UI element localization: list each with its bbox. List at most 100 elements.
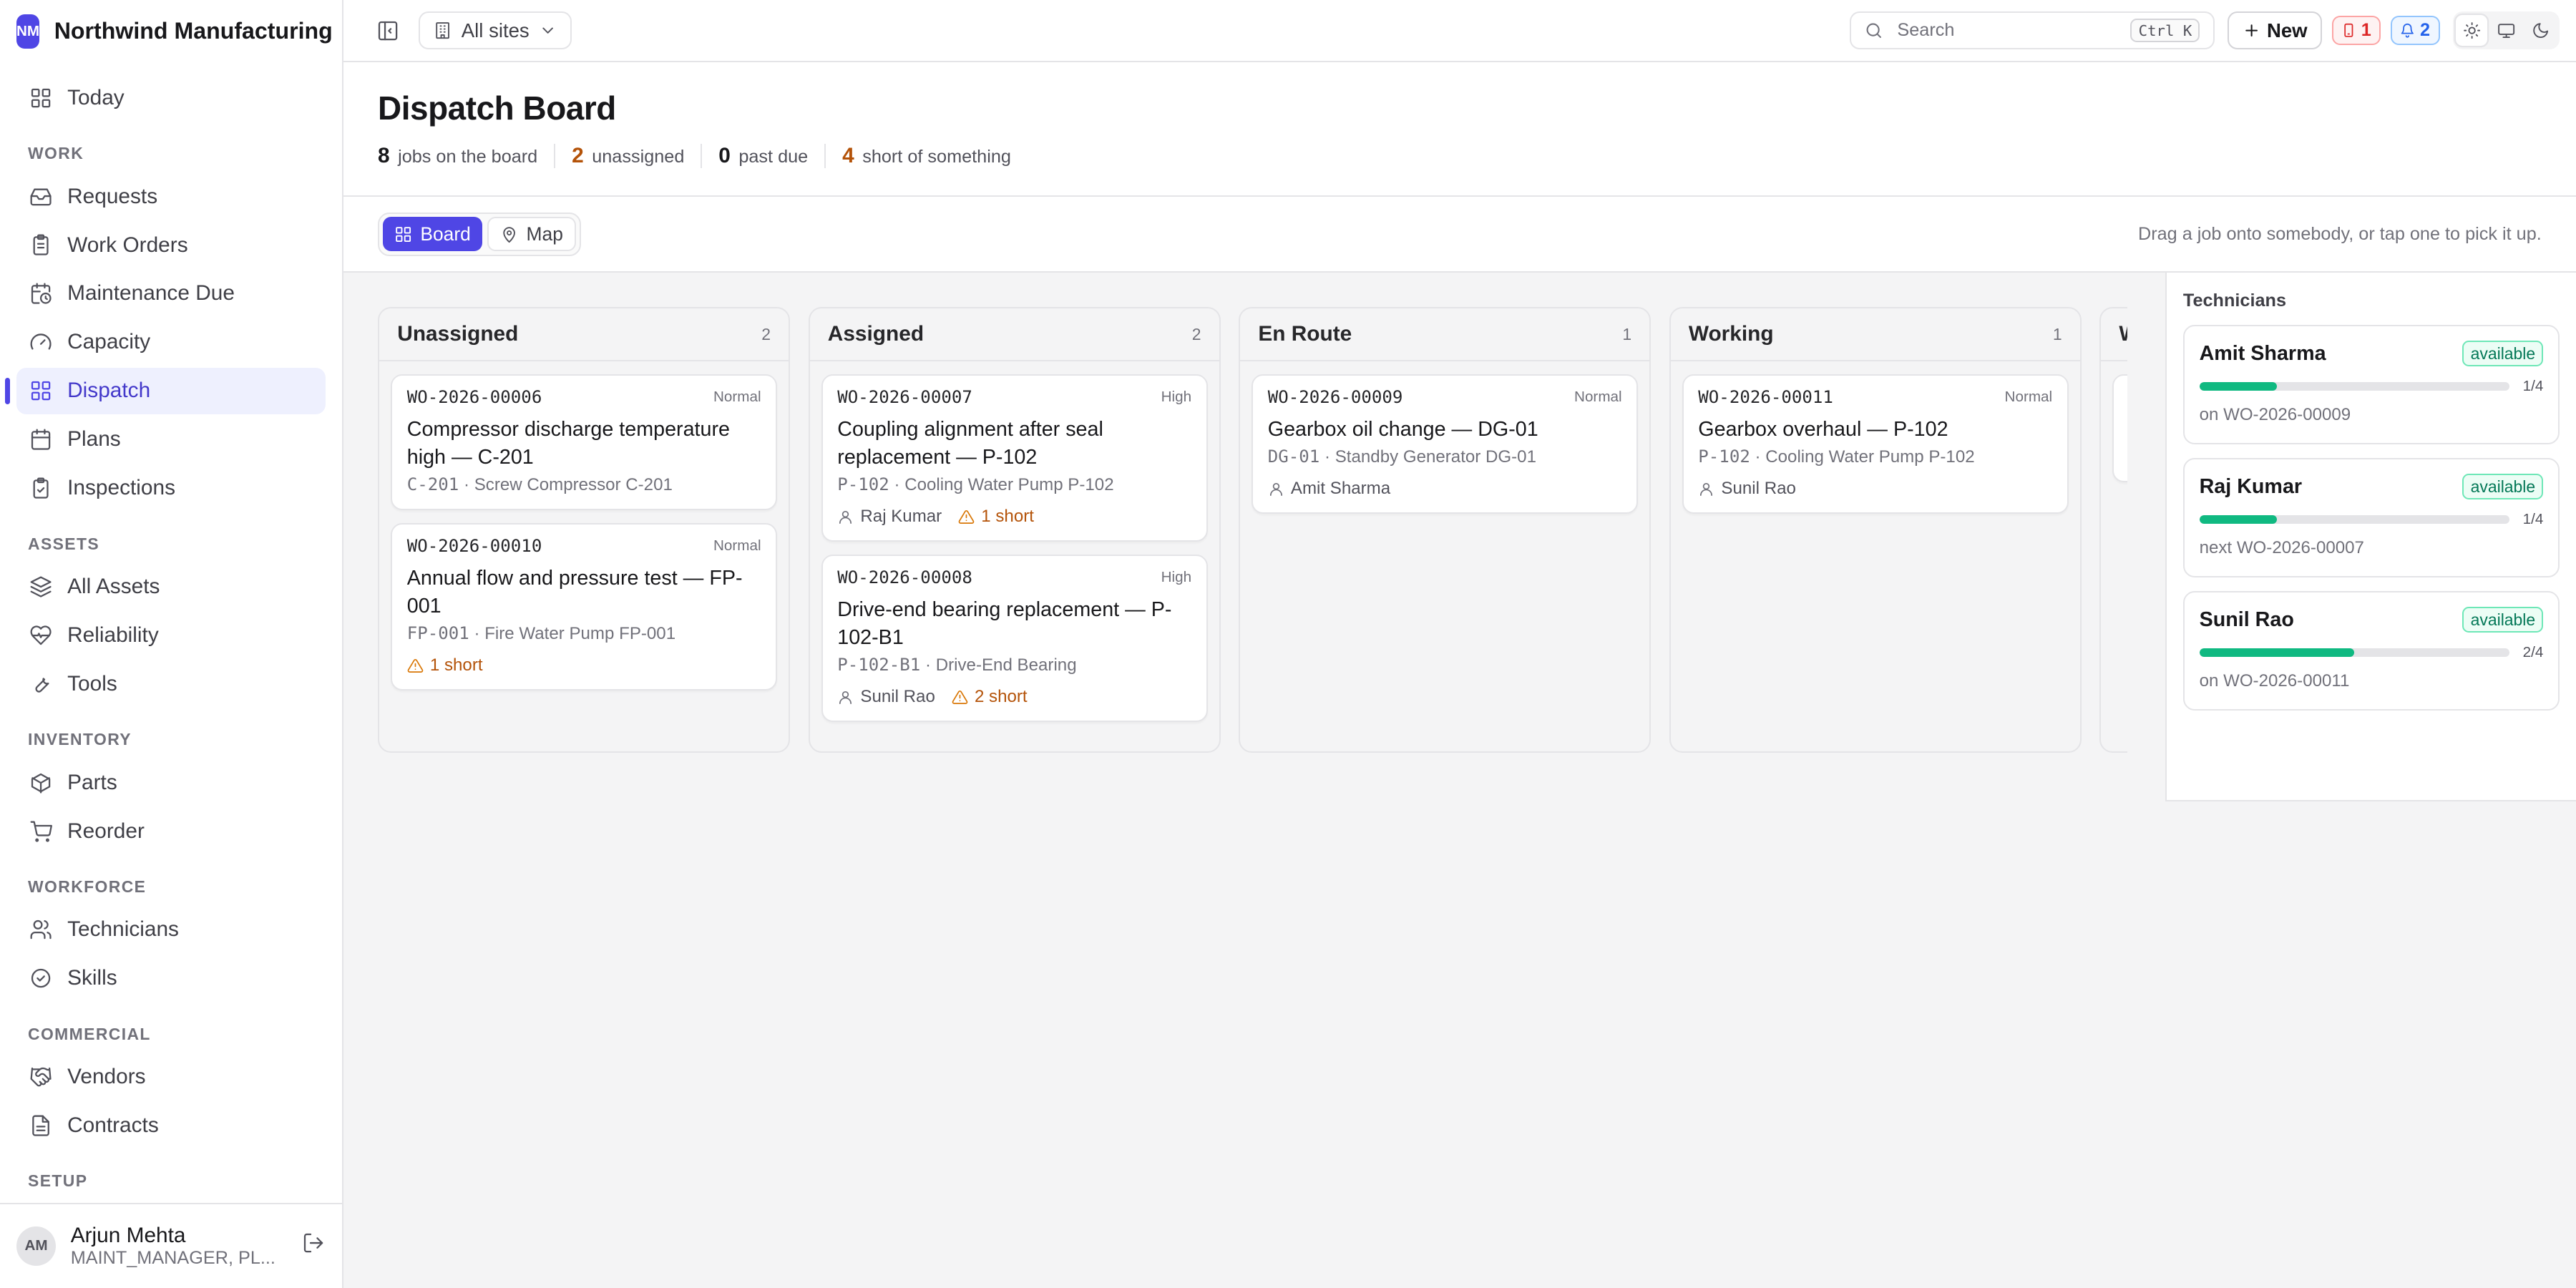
board-column-w[interactable]: W WFF — [2099, 307, 2128, 753]
board-area: Unassigned 2 WO-2026-00006 Normal Compressor… — [343, 273, 2165, 1288]
column-title: Working — [1688, 322, 1774, 346]
work-order-id: WO-2026-00007 — [837, 387, 972, 408]
work-order-id: WO-2026-00011 — [1698, 387, 1833, 408]
search-input[interactable] — [1897, 20, 2118, 42]
sidebar-item-maintenance-due[interactable]: Maintenance Due — [16, 270, 326, 316]
kanban-board[interactable]: Unassigned 2 WO-2026-00006 Normal Compressor… — [378, 307, 2128, 753]
status-badge: available — [2462, 607, 2544, 633]
sidebar-item-contracts[interactable]: Contracts — [16, 1103, 326, 1148]
priority-label: High — [1161, 569, 1192, 586]
gauge-icon — [30, 333, 52, 350]
alerts-count: 1 — [2361, 20, 2371, 41]
board-column-working[interactable]: Working 1 WO-2026-00011 Normal Gearbox overh… — [1669, 307, 2082, 753]
sidebar-item-all-assets[interactable]: All Assets — [16, 564, 326, 610]
work-order-card[interactable]: WO-2026-00006 Normal Compressor discharge … — [391, 374, 778, 510]
new-button[interactable]: New — [2228, 11, 2322, 50]
priority-label: Normal — [713, 537, 761, 555]
search-box[interactable]: Ctrl K — [1850, 11, 2215, 50]
sidebar-item-reliability[interactable]: Reliability — [16, 613, 326, 658]
work-order-card[interactable]: WO-2026-00008 High Drive-end bearing repla… — [821, 555, 1208, 722]
theme-dark-button[interactable] — [2525, 15, 2557, 47]
moon-icon — [2533, 23, 2549, 38]
technician-card-amit-sharma[interactable]: Amit Sharma available 1/4 on WO-2026-00009 — [2182, 324, 2560, 445]
sidebar-item-label: Dispatch — [67, 379, 151, 403]
brand-logo: NM — [16, 14, 40, 49]
sidebar-toggle-icon[interactable] — [376, 19, 399, 42]
sidebar-item-inspections[interactable]: Inspections — [16, 465, 326, 511]
nav-section-setup: SETUP — [28, 1171, 88, 1191]
sidebar-item-today[interactable]: Today — [16, 75, 326, 121]
sidebar-item-label: Parts — [67, 770, 117, 794]
asset-separator: · — [1319, 447, 1335, 467]
work-order-card[interactable]: WO-2026-00010 Normal Annual flow and press… — [391, 523, 778, 691]
handshake-icon — [30, 1067, 52, 1087]
sidebar-item-parts[interactable]: Parts — [16, 760, 326, 806]
board-column-en-route[interactable]: En Route 1 WO-2026-00009 Normal Gearbox oil … — [1239, 307, 1652, 753]
workload-bar — [2199, 515, 2510, 524]
sidebar-nav: Today WORK Requests Work Orders Maintenance … — [0, 62, 342, 1191]
sidebar-item-label: Capacity — [67, 330, 151, 354]
calendar-icon — [31, 429, 51, 450]
sidebar-item-label: Tools — [67, 671, 117, 696]
sidebar-item-requests[interactable]: Requests — [16, 173, 326, 219]
layers-icon — [30, 576, 52, 597]
shortage-text: 2 short — [974, 687, 1028, 707]
map-view-label: Map — [526, 223, 563, 245]
work-order-card[interactable]: WO-2026-00009 Normal Gearbox oil change — … — [1252, 374, 1639, 514]
sidebar-item-label: Reorder — [67, 819, 145, 843]
board-column-assigned[interactable]: Assigned 2 WO-2026-00007 High Coupling align… — [808, 307, 1221, 753]
board-view-button[interactable]: Board — [382, 217, 482, 252]
sidebar-item-label: Vendors — [67, 1065, 146, 1089]
asset-line: P-102-B1 · Drive-End Bearing — [837, 655, 1191, 675]
sidebar-item-technicians[interactable]: Technicians — [16, 907, 326, 952]
grid-icon — [31, 381, 51, 401]
board-column-unassigned[interactable]: Unassigned 2 WO-2026-00006 Normal Compressor… — [378, 307, 791, 753]
sidebar-item-tools[interactable]: Tools — [16, 661, 326, 707]
user-profile[interactable]: AM Arjun Mehta MAINT_MANAGER, PL... — [0, 1202, 342, 1288]
brand-name: Northwind Manufacturing — [54, 18, 333, 44]
assigned-technician: Sunil Rao — [837, 687, 935, 707]
technician-card-raj-kumar[interactable]: Raj Kumar available 1/4 next WO-2026-00007 — [2182, 457, 2560, 578]
technician-name: Raj Kumar — [860, 507, 942, 527]
site-selector[interactable]: All sites — [419, 11, 572, 50]
technician-name: Amit Sharma — [2199, 341, 2326, 365]
technician-card-sunil-rao[interactable]: Sunil Rao available 2/4 on WO-2026-00011 — [2182, 590, 2560, 711]
nav-section-assets: ASSETS — [28, 534, 100, 553]
asset-separator: · — [1750, 447, 1766, 467]
grid-icon — [31, 88, 51, 107]
asset-separator: · — [920, 655, 936, 675]
work-order-title: Gearbox overhaul — P-102 — [1698, 417, 1948, 441]
work-order-card[interactable]: WO-2026-00011 Normal Gearbox overhaul — P-… — [1682, 374, 2069, 514]
logout-icon[interactable] — [302, 1231, 325, 1261]
priority-label: Normal — [2004, 389, 2053, 406]
sun-icon — [2463, 22, 2480, 39]
notifications-badge[interactable]: 2 — [2391, 15, 2440, 46]
sidebar-item-dispatch[interactable]: Dispatch — [4, 368, 326, 414]
sidebar-item-vendors[interactable]: Vendors — [16, 1054, 326, 1100]
heart-pulse-icon — [30, 625, 52, 645]
column-count: 1 — [1622, 324, 1632, 343]
status-badge: available — [2462, 341, 2544, 366]
theme-light-button[interactable] — [2456, 14, 2488, 47]
file-icon — [32, 1115, 50, 1136]
alerts-badge[interactable]: 1 — [2331, 15, 2381, 46]
workload-bar — [2199, 382, 2510, 391]
work-order-card[interactable]: WO-2026-00007 High Coupling alignment afte… — [821, 374, 1208, 542]
sidebar-item-work-orders[interactable]: Work Orders — [16, 222, 326, 268]
sidebar-item-capacity[interactable]: Capacity — [16, 319, 326, 365]
sidebar-item-plans[interactable]: Plans — [16, 416, 326, 462]
stat-short-of-something: 4 short of something — [842, 144, 1028, 168]
nav-section-work: WORK — [28, 144, 84, 163]
work-order-title: Coupling alignment after seal replacemen… — [837, 417, 1103, 469]
workload-fill — [2199, 382, 2277, 391]
work-order-card[interactable]: WFF — [2112, 374, 2128, 482]
asset-line: FP-001 · Fire Water Pump FP-001 — [407, 623, 761, 644]
theme-system-button[interactable] — [2491, 15, 2522, 47]
current-job: on WO-2026-00009 — [2199, 404, 2351, 424]
brand[interactable]: NM Northwind Manufacturing — [0, 0, 342, 62]
sidebar-item-label: Skills — [67, 966, 117, 990]
map-view-button[interactable]: Map — [487, 217, 576, 252]
board-view-label: Board — [420, 223, 471, 245]
sidebar-item-skills[interactable]: Skills — [16, 955, 326, 1001]
sidebar-item-reorder[interactable]: Reorder — [16, 808, 326, 854]
